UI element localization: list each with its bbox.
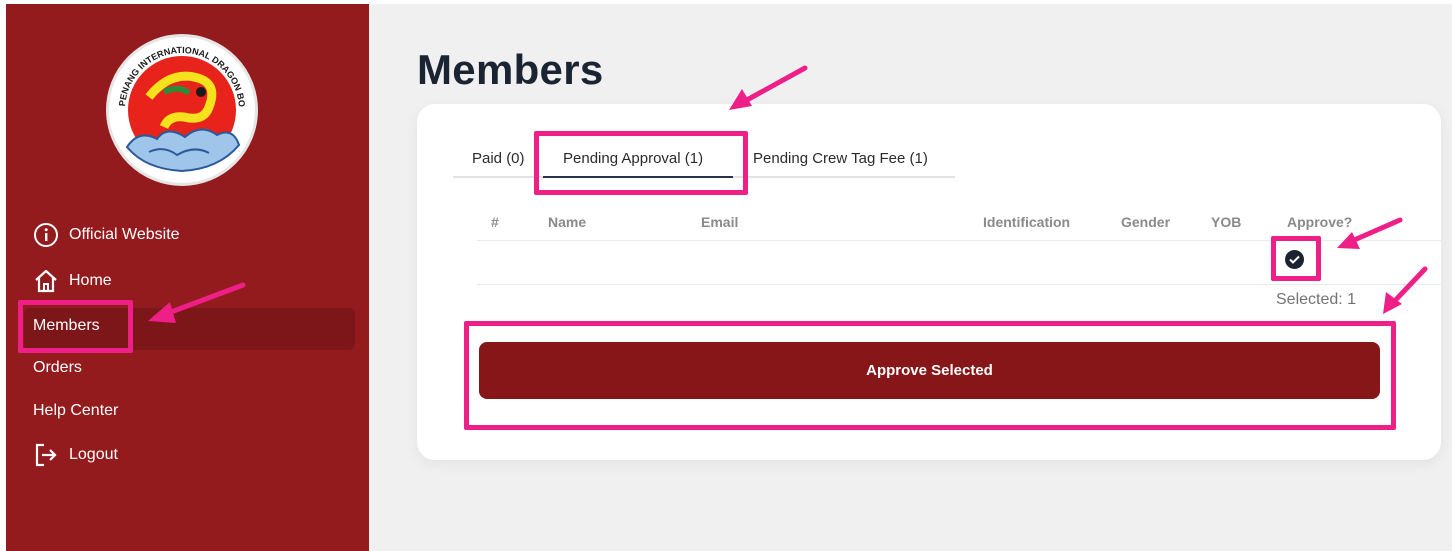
sidebar-item-home[interactable]: Home — [33, 268, 112, 294]
sidebar-item-label: Orders — [33, 359, 82, 376]
sidebar-item-label: Help Center — [33, 402, 119, 419]
column-header-yob: YOB — [1211, 214, 1242, 230]
column-header-gender: Gender — [1121, 214, 1171, 230]
page-title: Members — [417, 46, 604, 93]
tab-pending-crew-tag-fee[interactable]: Pending Crew Tag Fee (1) — [753, 150, 928, 167]
sidebar-item-label: Home — [69, 272, 112, 289]
highlight-box-members — [18, 300, 133, 353]
sidebar: PENANG INTERNATIONAL DRAGON BOAT FESTIVA… — [6, 4, 369, 551]
logout-icon — [33, 442, 59, 468]
column-header-number: # — [491, 214, 499, 230]
column-header-approve: Approve? — [1287, 214, 1353, 230]
sidebar-item-help-center[interactable]: Help Center — [33, 398, 118, 424]
column-header-identification: Identification — [983, 214, 1071, 230]
highlight-box-approve-button — [464, 321, 1396, 430]
sidebar-item-label: Official Website — [69, 226, 180, 243]
home-icon — [33, 268, 59, 294]
sidebar-item-official-website[interactable]: Official Website — [33, 222, 180, 248]
sidebar-item-logout[interactable]: Logout — [33, 442, 118, 468]
sidebar-item-orders[interactable]: Orders — [33, 355, 82, 381]
sidebar-item-label: Logout — [69, 446, 118, 463]
selected-count: Selected: 1 — [1276, 291, 1357, 308]
tab-paid[interactable]: Paid (0) — [472, 150, 525, 167]
festival-logo: PENANG INTERNATIONAL DRAGON BOAT FESTIVA… — [106, 34, 258, 186]
column-header-name: Name — [548, 214, 587, 230]
info-circle-icon — [33, 222, 59, 248]
row-divider — [477, 284, 1442, 285]
column-header-email: Email — [701, 214, 739, 230]
highlight-box-pending-tab — [534, 131, 748, 195]
highlight-box-checkbox — [1271, 236, 1321, 281]
